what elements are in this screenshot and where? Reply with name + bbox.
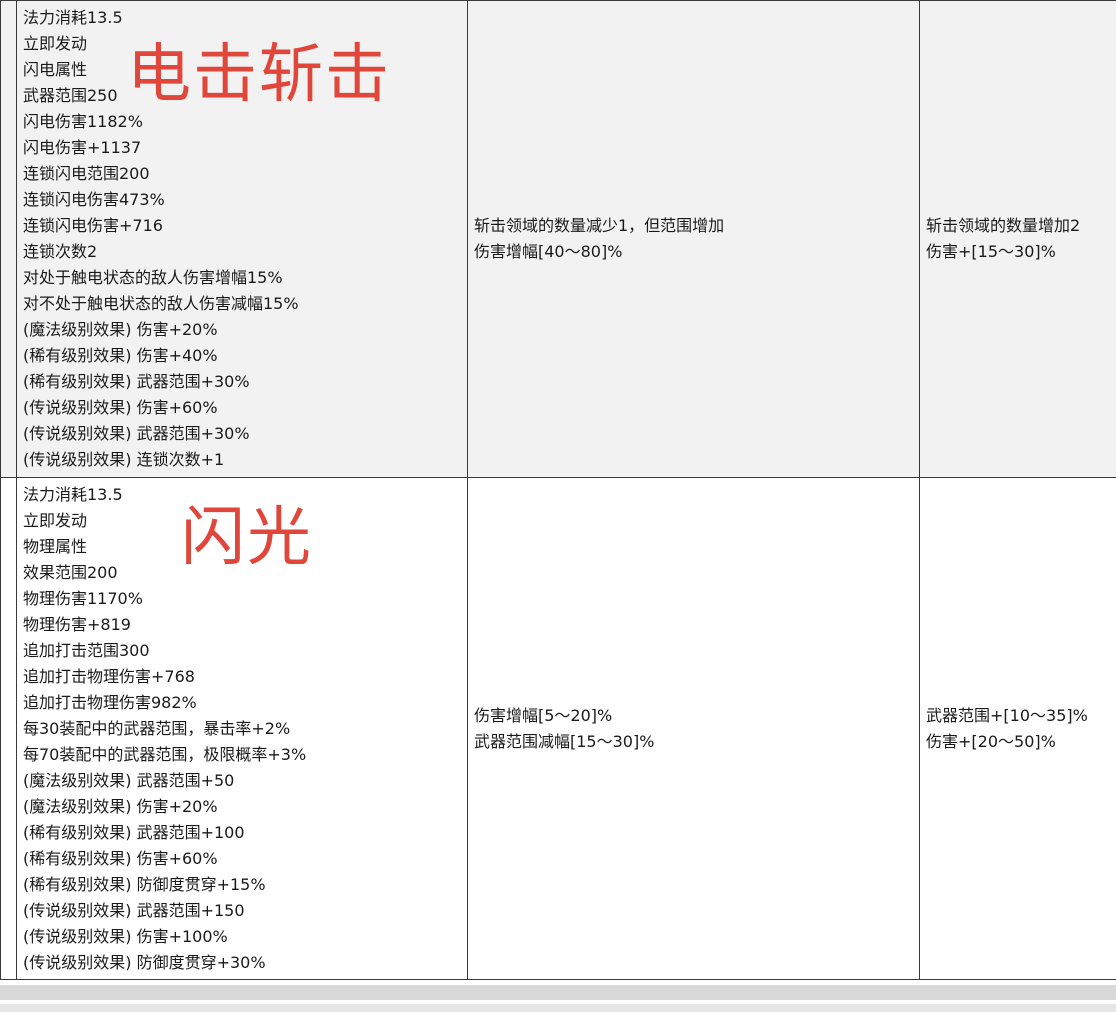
effect-line: 伤害增幅[40～80]% — [474, 242, 623, 261]
row-edge-cell — [0, 477, 17, 980]
stat-line: 对不处于触电状态的敌人伤害减幅15% — [23, 294, 299, 313]
stat-line: (传说级别效果) 连锁次数+1 — [23, 450, 225, 469]
page-footer-line — [0, 1004, 1116, 1012]
effect-list: 伤害增幅[5～20]% 武器范围减幅[15～30]% — [474, 703, 919, 755]
stat-line: 物理伤害+819 — [23, 614, 131, 634]
skill-stats-cell: 法力消耗13.5 立即发动 物理属性 效果范围200 物理伤害1170% 物理伤害+819… — [16, 477, 468, 980]
table-row: 法力消耗13.5 立即发动 物理属性 效果范围200 物理伤害1170% 物理伤害+819… — [0, 477, 1116, 980]
stat-line: 追加打击物理伤害982% — [23, 692, 197, 712]
effect-line: 武器范围减幅[15～30]% — [474, 731, 655, 751]
skill-name-annotation: 电击斩击 — [127, 38, 391, 112]
effect-cell-b: 武器范围+[10～35]% 伤害+[20～50]% — [919, 477, 1116, 980]
stat-line: (传说级别效果) 武器范围+30% — [23, 424, 250, 443]
stat-line: (稀有级别效果) 防御度贯穿+15% — [23, 874, 266, 894]
stat-line: (稀有级别效果) 武器范围+30% — [23, 372, 250, 391]
stat-line: (稀有级别效果) 伤害+60% — [23, 848, 218, 868]
skill-table: 法力消耗13.5 立即发动 闪电属性 武器范围250 闪电伤害1182% 闪电伤害+113… — [0, 0, 1116, 980]
stat-line: (魔法级别效果) 伤害+20% — [23, 796, 218, 816]
stat-line: 追加打击物理伤害+768 — [23, 666, 195, 686]
stat-line: 闪电伤害+1137 — [23, 138, 142, 157]
page-footer-bar — [0, 985, 1116, 1000]
effect-cell-b: 斩击领域的数量增加2 伤害+[15～30]% — [919, 0, 1116, 478]
effect-line: 伤害+[15～30]% — [926, 242, 1056, 261]
stat-line: 连锁闪电范围200 — [23, 164, 150, 183]
effect-line: 伤害+[20～50]% — [926, 731, 1056, 751]
stat-line: (魔法级别效果) 伤害+20% — [23, 320, 218, 339]
stat-line: (稀有级别效果) 武器范围+100 — [23, 822, 245, 842]
stat-line: (魔法级别效果) 武器范围+50 — [23, 770, 235, 790]
stat-line: 法力消耗13.5 — [23, 8, 123, 27]
stat-line: (稀有级别效果) 伤害+40% — [23, 346, 218, 365]
skill-stats-cell: 法力消耗13.5 立即发动 闪电属性 武器范围250 闪电伤害1182% 闪电伤害+113… — [16, 0, 468, 478]
stat-line: 每30装配中的武器范围，暴击率+2% — [23, 718, 291, 738]
table-row: 法力消耗13.5 立即发动 闪电属性 武器范围250 闪电伤害1182% 闪电伤害+113… — [0, 0, 1116, 478]
effect-cell-a: 斩击领域的数量减少1，但范围增加 伤害增幅[40～80]% — [467, 0, 920, 478]
effect-line: 斩击领域的数量减少1，但范围增加 — [474, 216, 725, 235]
skill-table-wrapper: 法力消耗13.5 立即发动 闪电属性 武器范围250 闪电伤害1182% 闪电伤害+113… — [0, 0, 1116, 980]
stat-line: (传说级别效果) 防御度贯穿+30% — [23, 952, 266, 972]
stat-line: (传说级别效果) 伤害+60% — [23, 398, 218, 417]
stat-line: 每70装配中的武器范围，极限概率+3% — [23, 744, 307, 764]
effect-line: 武器范围+[10～35]% — [926, 705, 1088, 725]
stat-line: (传说级别效果) 武器范围+150 — [23, 900, 245, 920]
stat-line: 对处于触电状态的敌人伤害增幅15% — [23, 268, 283, 287]
effect-list: 武器范围+[10～35]% 伤害+[20～50]% — [926, 703, 1116, 755]
effect-line: 伤害增幅[5～20]% — [474, 705, 613, 725]
stat-line: (传说级别效果) 伤害+100% — [23, 926, 228, 946]
effect-list: 斩击领域的数量增加2 伤害+[15～30]% — [926, 213, 1116, 265]
stat-line: 物理伤害1170% — [23, 588, 143, 608]
stat-line: 连锁闪电伤害473% — [23, 190, 165, 209]
stat-line: 连锁次数2 — [23, 242, 98, 261]
effect-cell-a: 伤害增幅[5～20]% 武器范围减幅[15～30]% — [467, 477, 920, 980]
skill-name-annotation: 闪光 — [181, 501, 313, 575]
stat-line: 闪电伤害1182% — [23, 112, 143, 131]
row-edge-cell — [0, 0, 17, 478]
stat-line: 追加打击范围300 — [23, 640, 150, 660]
stat-line: 连锁闪电伤害+716 — [23, 216, 163, 235]
effect-line: 斩击领域的数量增加2 — [926, 216, 1081, 235]
effect-list: 斩击领域的数量减少1，但范围增加 伤害增幅[40～80]% — [474, 213, 919, 265]
